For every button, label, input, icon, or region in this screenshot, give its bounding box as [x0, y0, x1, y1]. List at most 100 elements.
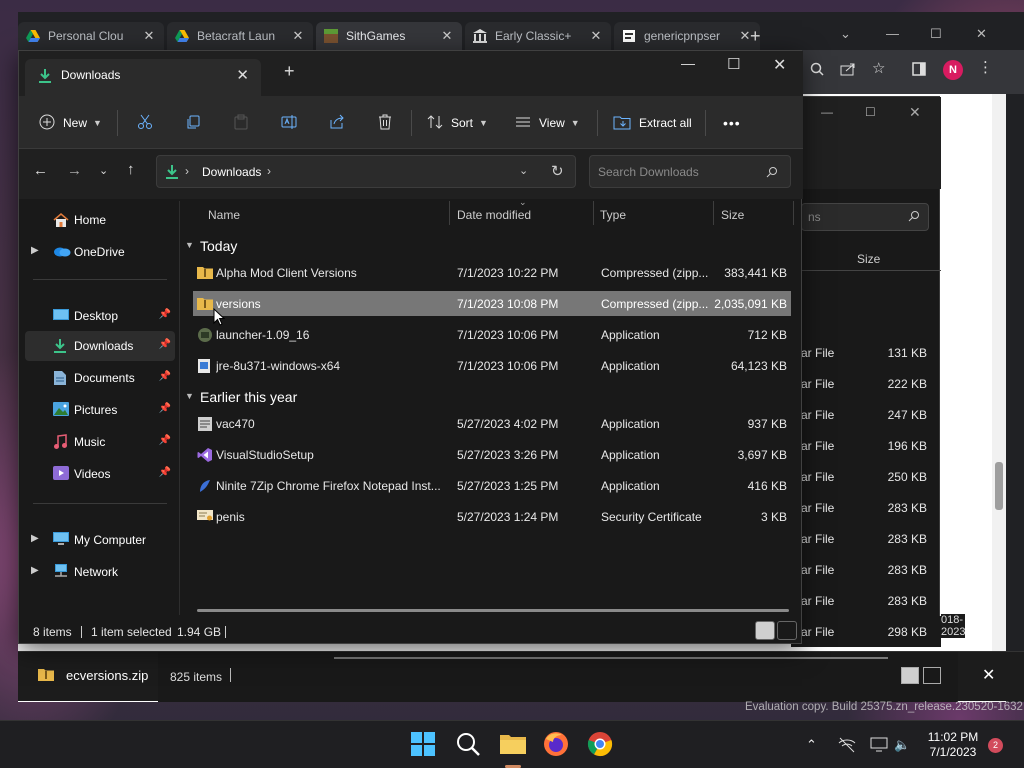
table-row[interactable]: vac470 5/27/2023 4:02 PM Application 937… [193, 411, 791, 436]
sort-button[interactable]: Sort ▼ [427, 110, 488, 136]
column-divider[interactable] [793, 201, 794, 225]
search-button[interactable] [455, 731, 483, 759]
sidebar-item-music[interactable]: Music 📌 [19, 427, 175, 457]
close-tab-icon[interactable]: ✕ [589, 28, 603, 44]
column-divider[interactable] [593, 201, 594, 225]
new-tab-button[interactable]: + [284, 61, 295, 82]
sidebar-item-network[interactable]: ▶ Network [19, 557, 175, 587]
share-button[interactable] [329, 110, 345, 136]
browser-tab-active[interactable]: SithGames ✕ [316, 22, 462, 50]
sidebar-item-documents[interactable]: Documents 📌 [19, 363, 175, 393]
browser-tab[interactable]: genericpnpser ✕ [614, 22, 760, 50]
table-row[interactable]: penis 5/27/2023 1:24 PM Security Certifi… [193, 504, 791, 529]
column-header-type[interactable]: Type [600, 208, 626, 222]
close-tab-icon[interactable]: ✕ [440, 28, 454, 44]
system-clock[interactable]: 11:02 PM 7/1/2023 [910, 730, 996, 760]
chrome-taskbar-button[interactable] [587, 731, 615, 759]
search-box[interactable] [589, 155, 791, 188]
address-bar[interactable]: › Downloads › ⌄ ↻ [156, 155, 576, 188]
sidebar-item-videos[interactable]: Videos 📌 [19, 459, 175, 489]
horizontal-scrollbar[interactable] [197, 609, 789, 612]
tab-search-icon[interactable]: ⌄ [840, 26, 851, 42]
profile-avatar[interactable]: N [943, 60, 963, 80]
close-tab-icon[interactable]: ✕ [236, 66, 249, 84]
refresh-icon[interactable]: ↻ [551, 162, 564, 180]
tiles-view-button[interactable] [923, 667, 941, 684]
expand-chevron-icon[interactable]: ▶ [31, 245, 39, 256]
list-item[interactable]: ar File 283 KB [791, 585, 941, 616]
back-icon[interactable]: ← [33, 162, 48, 179]
address-dropdown-icon[interactable]: ⌄ [519, 164, 528, 177]
paste-button[interactable] [233, 110, 249, 136]
table-row[interactable]: launcher-1.09_16 7/1/2023 10:06 PM Appli… [193, 322, 791, 347]
pin-icon[interactable]: 📌 [159, 435, 171, 446]
network-off-icon[interactable] [838, 737, 856, 756]
display-icon[interactable] [870, 737, 888, 756]
search-input[interactable] [598, 163, 758, 181]
column-header-date[interactable]: Date modified [457, 208, 531, 222]
delete-button[interactable] [377, 110, 393, 136]
new-button[interactable]: New ▼ [39, 110, 102, 136]
maximize-icon[interactable]: ☐ [930, 26, 942, 42]
explorer-tab[interactable]: Downloads ✕ [25, 59, 261, 96]
pin-icon[interactable]: 📌 [159, 403, 171, 414]
share-icon[interactable] [840, 62, 856, 79]
view-button[interactable]: View ▼ [515, 110, 580, 136]
sidebar-item-home[interactable]: Home [19, 205, 175, 235]
see-more-button[interactable]: ••• [723, 110, 741, 136]
minimize-icon[interactable]: — [886, 26, 899, 41]
sidebar-item-pictures[interactable]: Pictures 📌 [19, 395, 175, 425]
column-divider[interactable] [449, 201, 450, 225]
details-view-button[interactable] [755, 621, 775, 640]
pin-icon[interactable]: 📌 [159, 467, 171, 478]
pane-divider[interactable] [179, 201, 180, 615]
pin-icon[interactable]: 📌 [159, 371, 171, 382]
recent-locations-icon[interactable]: ⌄ [99, 164, 108, 177]
sidebar-item-my-computer[interactable]: ▶ My Computer [19, 525, 175, 555]
group-header-earlier-this-year[interactable]: ▼ Earlier this year [181, 385, 481, 411]
list-item[interactable]: ar File 247 KB [791, 399, 941, 430]
list-item[interactable]: ar File 196 KB [791, 430, 941, 461]
forward-icon[interactable]: → [67, 162, 82, 179]
show-hidden-icons-icon[interactable]: ⌃ [806, 737, 817, 753]
scrollbar-thumb[interactable] [995, 462, 1003, 510]
zoom-icon[interactable] [810, 62, 824, 79]
breadcrumb[interactable]: Downloads [202, 165, 261, 179]
table-row[interactable]: Ninite 7Zip Chrome Firefox Notepad Inst.… [193, 473, 791, 498]
list-item[interactable]: ar File 222 KB [791, 368, 941, 399]
breadcrumb-separator-icon[interactable]: › [267, 164, 271, 178]
copy-button[interactable] [185, 110, 201, 136]
breadcrumb-separator-icon[interactable]: › [185, 164, 189, 178]
column-header-size[interactable]: Size [721, 208, 744, 222]
close-tab-icon[interactable]: ✕ [291, 28, 305, 44]
extract-all-button[interactable]: Extract all [613, 110, 692, 136]
volume-icon[interactable]: 🔈 [894, 737, 910, 753]
list-item[interactable]: ar File 250 KB [791, 461, 941, 492]
pin-icon[interactable]: 📌 [159, 339, 171, 350]
selected-file-name[interactable]: ecversions.zip [66, 668, 148, 683]
close-icon[interactable]: ✕ [976, 26, 987, 42]
pin-icon[interactable]: 📌 [159, 309, 171, 320]
sidebar-item-downloads[interactable]: Downloads 📌 [25, 331, 175, 361]
table-row[interactable]: jre-8u371-windows-x64 7/1/2023 10:06 PM … [193, 353, 791, 378]
close-icon[interactable]: ✕ [982, 665, 995, 685]
browser-menu-icon[interactable]: ⋮ [978, 58, 993, 76]
table-row[interactable]: VisualStudioSetup 5/27/2023 3:26 PM Appl… [193, 442, 791, 467]
rename-button[interactable] [281, 110, 299, 136]
minimize-icon[interactable]: — [681, 55, 695, 71]
browser-tab[interactable]: Betacraft Laun ✕ [167, 22, 313, 50]
new-tab-button[interactable]: + [750, 26, 761, 47]
bookmark-star-icon[interactable]: ☆ [872, 59, 885, 77]
list-item[interactable]: ar File 283 KB [791, 492, 941, 523]
browser-tab[interactable]: Personal Clou ✕ [18, 22, 164, 50]
browser-tab[interactable]: Early Classic+ ✕ [465, 22, 611, 50]
tiles-view-button[interactable] [777, 621, 797, 640]
column-header-name[interactable]: Name [208, 208, 240, 222]
file-explorer-taskbar-button[interactable] [499, 731, 527, 759]
side-panel-icon[interactable] [912, 62, 926, 79]
up-icon[interactable]: ↑ [127, 161, 135, 178]
start-button[interactable] [410, 731, 438, 759]
close-icon[interactable]: ✕ [773, 55, 786, 75]
browser-scrollbar[interactable] [992, 94, 1006, 702]
column-divider[interactable] [713, 201, 714, 225]
